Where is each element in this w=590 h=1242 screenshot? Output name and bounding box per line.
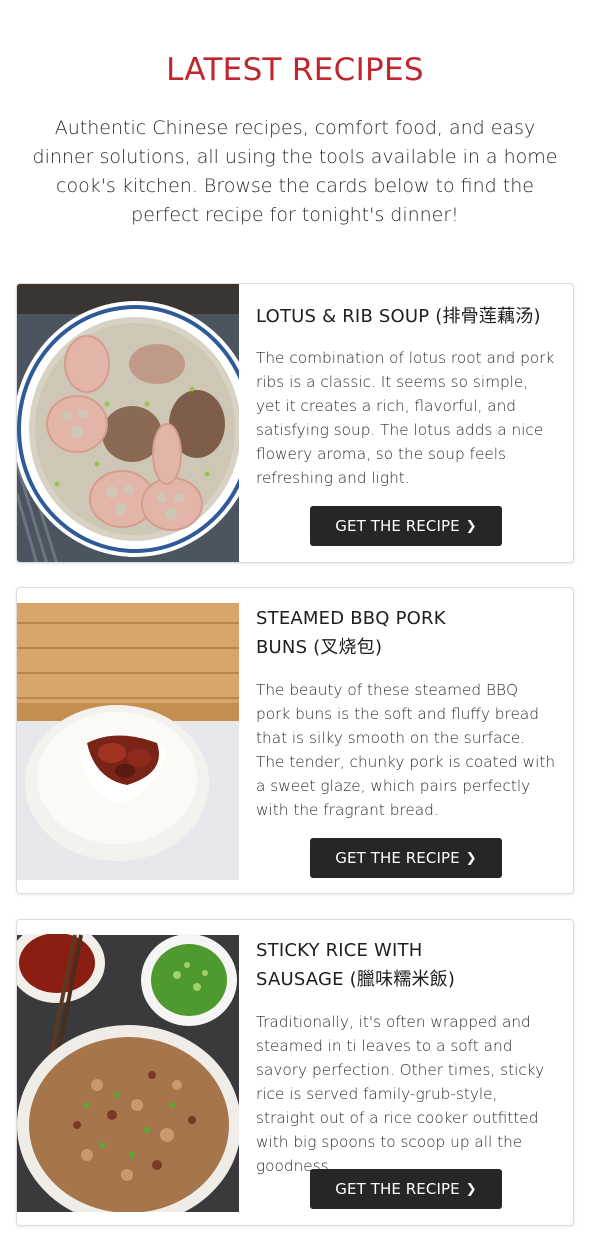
recipe-description: The beauty of these steamed BBQ pork bun… bbox=[256, 681, 556, 819]
recipe-title[interactable]: LOTUS & RIB SOUP (排骨莲藕汤) bbox=[256, 302, 556, 331]
lotus-rib-soup-photo[interactable] bbox=[17, 284, 239, 562]
recipe-card-sticky-rice-sausage[interactable]: STICKY RICE WITH SAUSAGE (臘味糯米飯) Traditi… bbox=[16, 919, 574, 1226]
chevron-right-icon: ❯ bbox=[465, 1181, 477, 1197]
recipe-card-bbq-pork-buns[interactable]: STEAMED BBQ PORK BUNS (叉烧包) The beauty o… bbox=[16, 587, 574, 894]
bbq-pork-bun-photo[interactable] bbox=[17, 602, 239, 880]
page-title: LATEST RECIPES bbox=[166, 52, 424, 88]
card-content: STEAMED BBQ PORK BUNS (叉烧包) The beauty o… bbox=[256, 588, 556, 893]
sticky-rice-sausage-photo[interactable] bbox=[17, 934, 239, 1212]
get-recipe-button[interactable]: GET THE RECIPE ❯ bbox=[310, 506, 502, 546]
chevron-right-icon: ❯ bbox=[465, 850, 477, 866]
button-label: GET THE RECIPE bbox=[335, 517, 460, 535]
intro-text: Authentic Chinese recipes, comfort food,… bbox=[32, 117, 558, 226]
chevron-right-icon: ❯ bbox=[465, 518, 477, 534]
recipe-description: The combination of lotus root and pork r… bbox=[256, 349, 555, 487]
recipe-title[interactable]: STICKY RICE WITH SAUSAGE (臘味糯米飯) bbox=[256, 936, 476, 994]
button-label: GET THE RECIPE bbox=[335, 1180, 460, 1198]
recipe-card-lotus-rib-soup[interactable]: LOTUS & RIB SOUP (排骨莲藕汤) The combination… bbox=[16, 283, 574, 563]
card-content: LOTUS & RIB SOUP (排骨莲藕汤) The combination… bbox=[256, 284, 556, 562]
button-label: GET THE RECIPE bbox=[335, 849, 460, 867]
card-content: STICKY RICE WITH SAUSAGE (臘味糯米飯) Traditi… bbox=[256, 920, 556, 1225]
get-recipe-button[interactable]: GET THE RECIPE ❯ bbox=[310, 1169, 502, 1209]
get-recipe-button[interactable]: GET THE RECIPE ❯ bbox=[310, 838, 502, 878]
recipe-description: Traditionally, it's often wrapped and st… bbox=[256, 1013, 545, 1175]
recipe-title[interactable]: STEAMED BBQ PORK BUNS (叉烧包) bbox=[256, 604, 456, 662]
